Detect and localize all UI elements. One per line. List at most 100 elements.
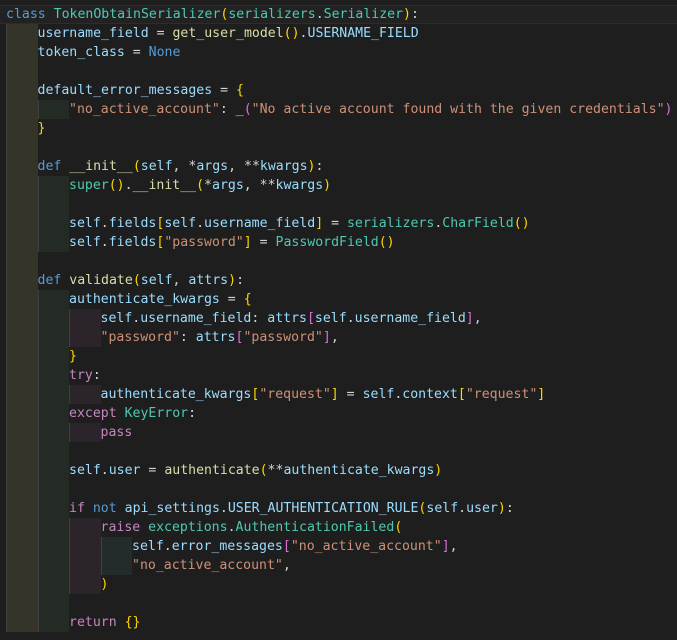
code-token: =	[251, 235, 276, 250]
indent-guide	[69, 518, 101, 537]
code-line[interactable]: }	[0, 119, 677, 138]
code-token: "password"	[243, 330, 323, 345]
code-line[interactable]: )	[0, 575, 677, 594]
code-token: kwargs	[259, 159, 308, 174]
code-token: ,	[330, 330, 339, 345]
code-token: self	[140, 159, 173, 174]
code-line[interactable]: self.user = authenticate(**authenticate_…	[0, 461, 677, 480]
code-token: , *	[172, 159, 197, 174]
indent-guide	[37, 480, 69, 499]
code-line[interactable]: "no_active_account": _("No active accoun…	[0, 100, 677, 119]
indent-guide	[6, 43, 38, 62]
code-token: )	[521, 216, 530, 231]
indent-guide	[6, 385, 38, 404]
code-token: .	[163, 539, 172, 554]
code-token: ]	[243, 235, 252, 250]
code-token: )	[291, 26, 300, 41]
indent-guide	[6, 62, 38, 81]
code-token: ]	[322, 330, 331, 345]
code-token: )	[664, 102, 673, 117]
code-token: try	[69, 368, 93, 383]
indent-guide	[6, 613, 38, 632]
code-line[interactable]: }	[0, 347, 677, 366]
code-token: (	[394, 520, 403, 535]
code-line[interactable]	[0, 138, 677, 157]
code-line[interactable]: if not api_settings.USER_AUTHENTICATION_…	[0, 499, 677, 518]
code-token: :	[188, 406, 197, 421]
code-line[interactable]: return {}	[0, 613, 677, 632]
code-line[interactable]	[0, 252, 677, 271]
code-line[interactable]: self.error_messages["no_active_account"]…	[0, 537, 677, 556]
code-token: "No active account found with the given …	[251, 102, 665, 117]
code-line[interactable]: def __init__(self, *args, **kwargs):	[0, 157, 677, 176]
code-line[interactable]: class TokenObtainSerializer(serializers.…	[0, 5, 677, 24]
code-token: "no_active_account"	[69, 102, 220, 117]
code-line[interactable]: authenticate_kwargs["request"] = self.co…	[0, 385, 677, 404]
code-token: {	[124, 615, 133, 630]
indent-guide	[37, 423, 69, 442]
code-line[interactable]: username_field = get_user_model().USERNA…	[0, 24, 677, 43]
code-token: =	[323, 216, 347, 231]
code-line[interactable]	[0, 594, 677, 613]
code-editor[interactable]: class TokenObtainSerializer (serializers.…	[0, 0, 677, 640]
code-line[interactable]: try:	[0, 366, 677, 385]
code-line[interactable]	[0, 480, 677, 499]
code-token: )	[323, 178, 332, 193]
code-token: authenticate_kwargs	[69, 292, 220, 307]
indent-guide	[37, 385, 69, 404]
indent-guide	[6, 100, 38, 119]
code-line[interactable]: self.username_field: attrs[self.username…	[0, 309, 677, 328]
code-token: TokenObtainSerializer	[53, 7, 221, 22]
code-token: =	[212, 83, 236, 98]
code-token: args	[196, 159, 229, 174]
code-line[interactable]: self.fields[self.username_field] = seria…	[0, 214, 677, 233]
indent-guide	[37, 461, 69, 480]
code-line[interactable]: super().__init__(*args, **kwargs)	[0, 176, 677, 195]
code-token: authenticate_kwargs	[100, 387, 252, 402]
code-token: self	[140, 273, 173, 288]
indent-guide	[6, 271, 38, 290]
code-line[interactable]: "password": attrs["password"],	[0, 328, 677, 347]
code-line[interactable]: pass	[0, 423, 677, 442]
indent-guide	[6, 24, 38, 43]
code-token: )	[116, 178, 125, 193]
indent-guide	[6, 366, 38, 385]
indent-guide	[37, 442, 69, 461]
code-line[interactable]: self.fields["password"] = PasswordField(…	[0, 233, 677, 252]
indent-guide	[6, 309, 38, 328]
indent-guide	[37, 518, 69, 537]
code-line[interactable]: default_error_messages = {	[0, 81, 677, 100]
code-token: , **	[228, 159, 260, 174]
code-token: :	[179, 330, 196, 345]
code-token: =	[338, 387, 363, 402]
code-line[interactable]	[0, 62, 677, 81]
code-token: (	[283, 26, 292, 41]
indent-guide	[6, 423, 38, 442]
code-token: }	[69, 349, 77, 364]
code-token: attrs	[195, 330, 236, 345]
code-line[interactable]: def validate(self, attrs):	[0, 271, 677, 290]
code-token: default_error_messages	[37, 83, 213, 98]
code-line[interactable]	[0, 442, 677, 461]
code-token: =	[140, 463, 165, 478]
code-token: :	[505, 501, 514, 516]
code-token: (	[378, 235, 387, 250]
indent-guide	[6, 347, 38, 366]
code-token: ]	[465, 311, 474, 326]
code-token: )	[497, 501, 506, 516]
code-token: context	[402, 387, 458, 402]
code-token: token_class	[37, 45, 125, 60]
code-line[interactable]: "no_active_account",	[0, 556, 677, 575]
code-line[interactable]: raise exceptions.AuthenticationFailed(	[0, 518, 677, 537]
code-line[interactable]: authenticate_kwargs = {	[0, 290, 677, 309]
code-token: super	[69, 178, 109, 193]
code-line[interactable]: token_class = None	[0, 43, 677, 62]
code-token: (	[243, 102, 252, 117]
indent-guide	[37, 290, 69, 309]
code-line[interactable]: except KeyError:	[0, 404, 677, 423]
code-line[interactable]	[0, 195, 677, 214]
indent-guide	[6, 157, 38, 176]
indent-guide	[37, 176, 69, 195]
code-token: def	[37, 273, 62, 288]
